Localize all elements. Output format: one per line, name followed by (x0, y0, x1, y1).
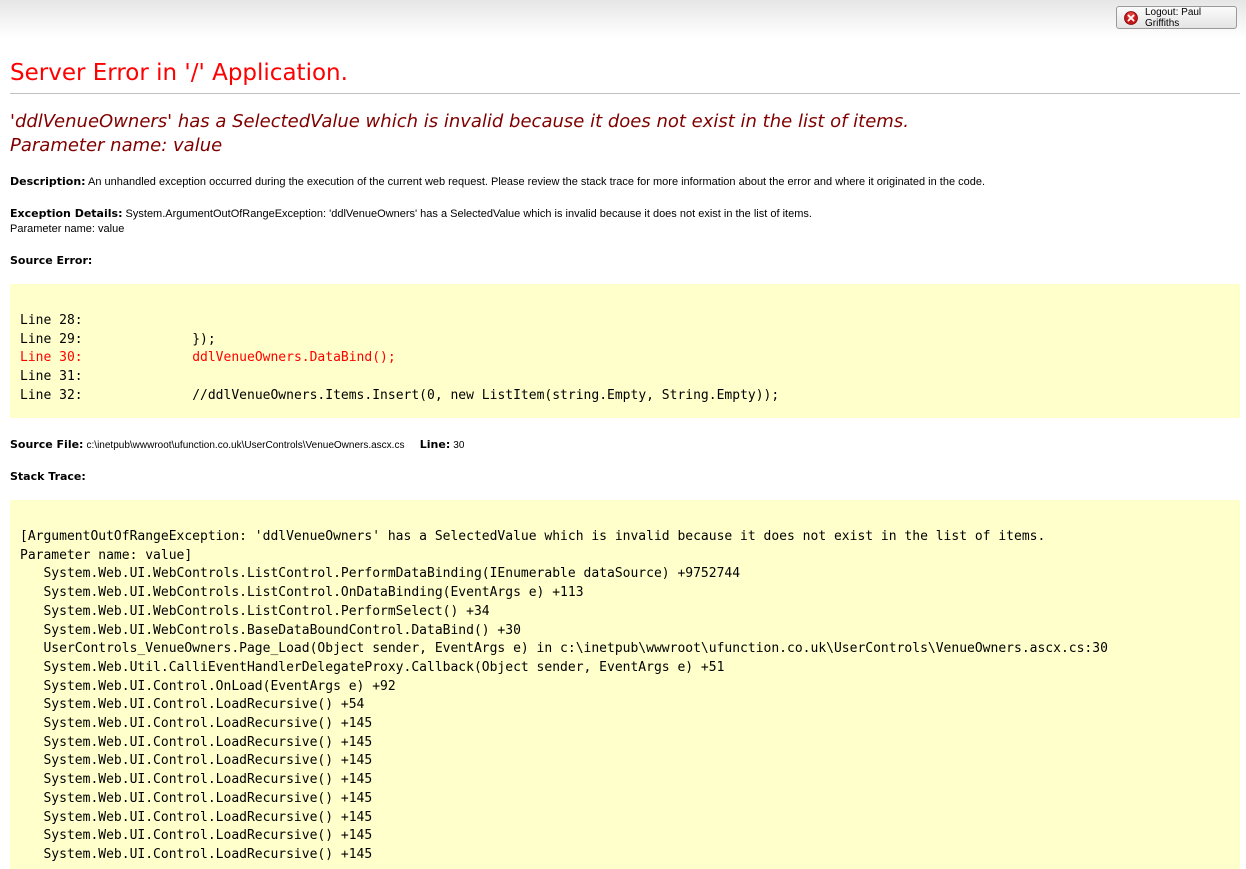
exception-text: System.ArgumentOutOfRangeException: 'ddl… (125, 208, 812, 220)
source-error-heading: Source Error: (10, 253, 1240, 269)
error-message: 'ddlVenueOwners' has a SelectedValue whi… (10, 110, 1240, 158)
line-number: Line 32: (20, 387, 99, 403)
stack-line: System.Web.UI.WebControls.ListControl.Pe… (20, 603, 490, 619)
stack-line: System.Web.Util.CalliEventHandlerDelegat… (20, 659, 725, 675)
description-text: An unhandled exception occurred during t… (88, 176, 986, 188)
stack-line: System.Web.UI.Control.LoadRecursive() +1… (20, 753, 373, 769)
stack-line: System.Web.UI.Control.LoadRecursive() +1… (20, 790, 373, 806)
stack-line: System.Web.UI.Control.LoadRecursive() +1… (20, 716, 373, 732)
exception-details: Exception Details: System.ArgumentOutOfR… (10, 206, 1240, 237)
code-line: Line 32: //ddlVenueOwners.Items.Insert(0… (20, 387, 1230, 406)
line-number: Line 28: (20, 313, 99, 328)
stack-line: System.Web.UI.Control.LoadRecursive() +1… (20, 828, 373, 844)
code-line: Line 28: (20, 312, 1230, 331)
exception-param: Parameter name: value (10, 223, 125, 235)
source-line-value: 30 (453, 440, 465, 451)
stack-line: System.Web.UI.WebControls.BaseDataBoundC… (20, 622, 521, 638)
line-code: }); (98, 331, 216, 347)
source-line-label: Line: (419, 438, 451, 451)
stack-line: System.Web.UI.WebControls.ListControl.Pe… (20, 566, 741, 582)
description-label: Description: (10, 175, 86, 188)
line-code: ddlVenueOwners.DataBind(); (98, 350, 396, 366)
description: Description: An unhandled exception occu… (10, 174, 1240, 190)
line-number: Line 30: (20, 350, 99, 366)
stack-line: System.Web.UI.Control.LoadRecursive() +5… (20, 697, 365, 713)
stack-line: System.Web.UI.Control.LoadRecursive() +1… (20, 809, 373, 825)
line-code: //ddlVenueOwners.Items.Insert(0, new Lis… (98, 387, 780, 403)
logout-label: Logout: Paul Griffiths (1145, 6, 1202, 29)
line-number: Line 31: (20, 369, 99, 385)
error-message-line: 'ddlVenueOwners' has a SelectedValue whi… (10, 111, 909, 132)
divider (10, 93, 1240, 94)
stack-line: System.Web.UI.WebControls.ListControl.On… (20, 585, 584, 601)
top-bar: Logout: Paul Griffiths (0, 0, 1246, 38)
logout-button[interactable]: Logout: Paul Griffiths (1116, 6, 1237, 29)
exception-label: Exception Details: (10, 207, 123, 220)
source-file-path: c:\inetpub\wwwroot\ufunction.co.uk\UserC… (86, 440, 405, 451)
code-line-highlighted: Line 30: ddlVenueOwners.DataBind(); (20, 349, 1230, 368)
error-page: Server Error in '/' Application. 'ddlVen… (10, 57, 1240, 869)
source-file-label: Source File: (10, 438, 84, 451)
stack-line: System.Web.UI.Control.OnLoad(EventArgs e… (20, 678, 396, 694)
stack-line: [ArgumentOutOfRangeException: 'ddlVenueO… (20, 529, 1046, 544)
stack-line: UserControls_VenueOwners.Page_Load(Objec… (20, 641, 1108, 657)
stack-trace-heading: Stack Trace: (10, 469, 1240, 485)
code-line: Line 29: }); (20, 331, 1230, 350)
line-number: Line 29: (20, 331, 99, 347)
stack-trace-block[interactable]: [ArgumentOutOfRangeException: 'ddlVenueO… (10, 500, 1240, 869)
error-message-param: Parameter name: value (10, 135, 223, 156)
code-line: Line 31: (20, 368, 1230, 387)
stack-line: System.Web.UI.Control.LoadRecursive() +1… (20, 772, 373, 788)
source-error-label: Source Error: (10, 254, 93, 267)
source-file: Source File: c:\inetpub\wwwroot\ufunctio… (10, 437, 1240, 453)
source-code-block[interactable]: Line 28: Line 29: }); Line 30: ddlVenueOw… (10, 284, 1240, 418)
stack-line: System.Web.UI.Control.LoadRecursive() +1… (20, 846, 373, 862)
stack-line: Parameter name: value] (20, 547, 193, 563)
stack-line: System.Web.UI.Control.LoadRecursive() +1… (20, 734, 373, 750)
close-circle-icon (1124, 10, 1138, 25)
page-title: Server Error in '/' Application. (10, 60, 348, 86)
stack-trace-label: Stack Trace: (10, 470, 86, 483)
